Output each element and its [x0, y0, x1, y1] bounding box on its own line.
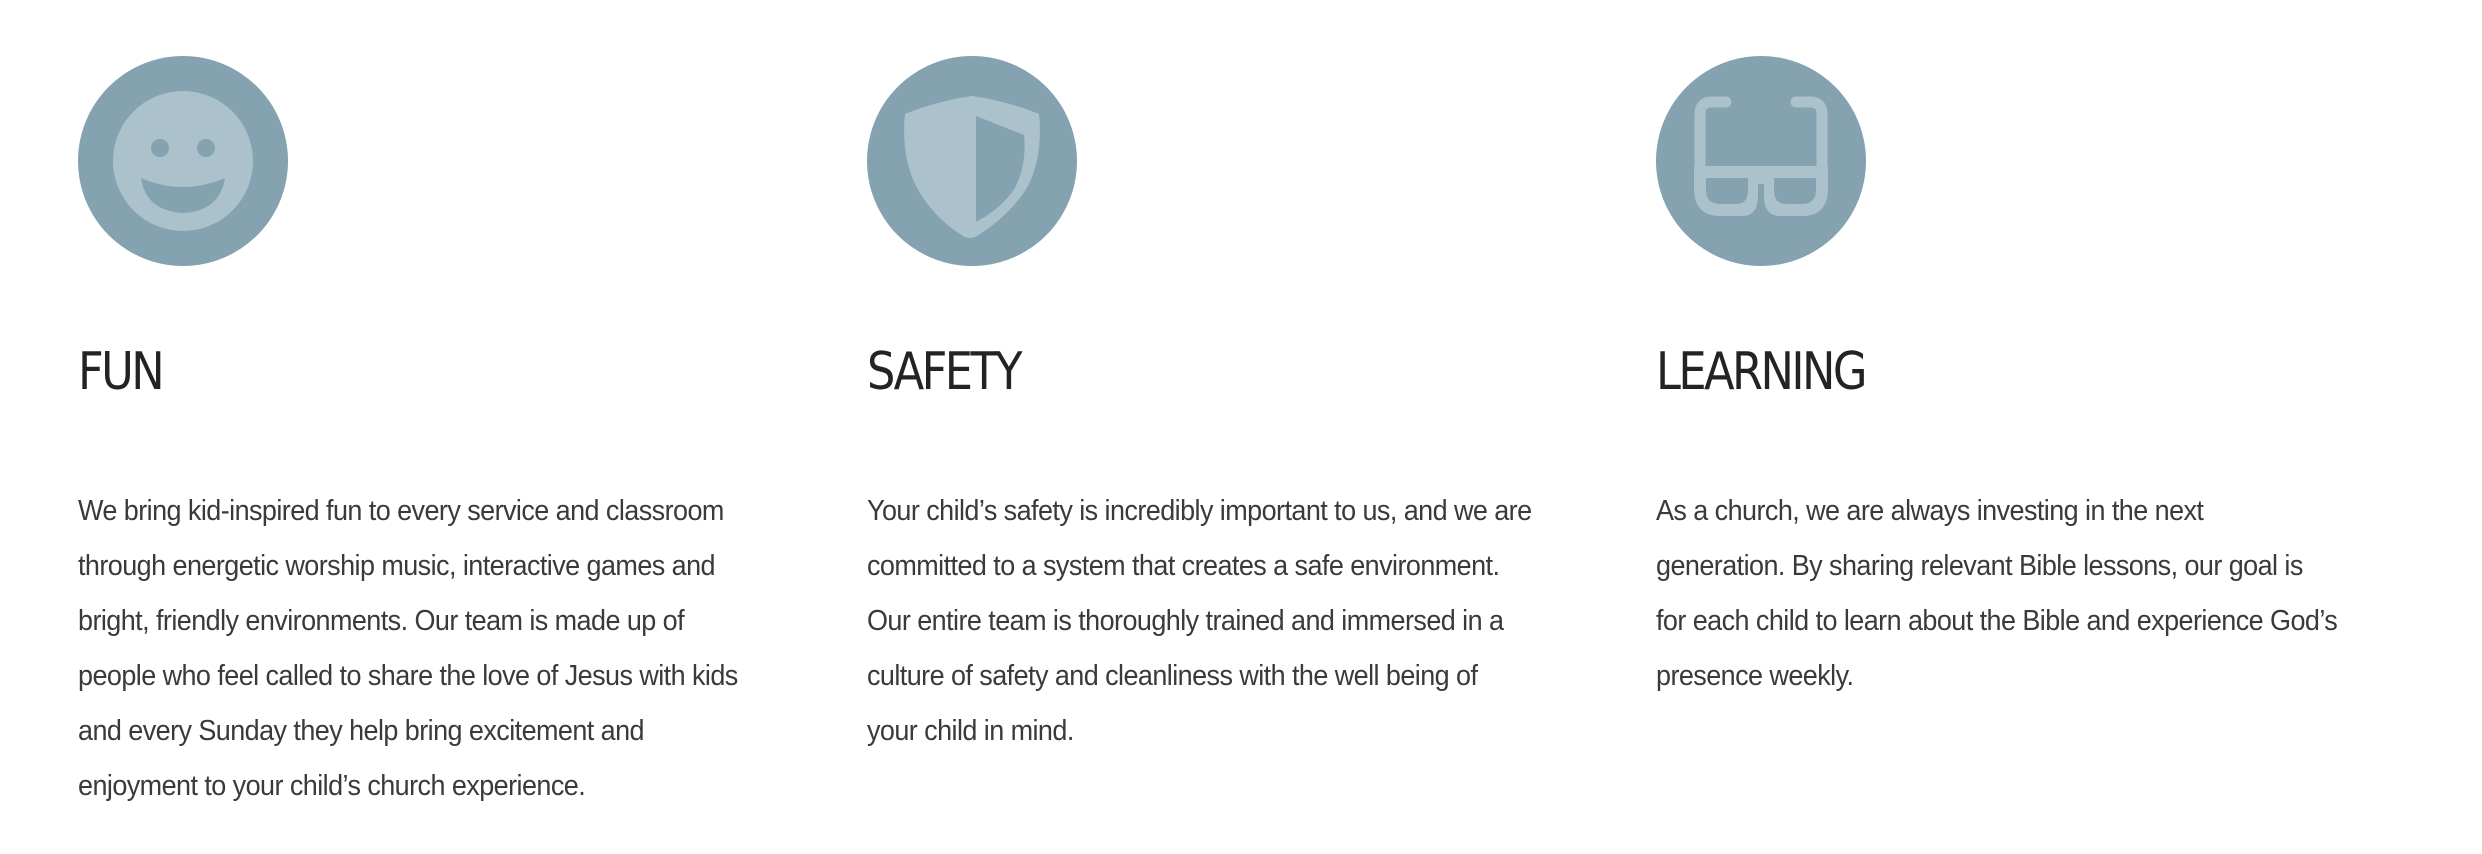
description-line: committed to a system that creates a saf… [867, 550, 1500, 582]
description-line: bright, friendly environments. Our team … [78, 605, 685, 637]
description-line: through energetic worship music, interac… [78, 550, 716, 582]
description-line: people who feel called to share the love… [78, 660, 738, 692]
feature-description: As a church, we are always investing in … [1656, 484, 2396, 704]
glasses-icon [1694, 96, 1828, 216]
description-line: enjoyment to your child’s church experie… [78, 770, 586, 802]
feature-icon-circle [78, 56, 288, 266]
description-line: for each child to learn about the Bible … [1656, 605, 2338, 637]
shield-icon [904, 96, 1040, 238]
description-line: Our entire team is thoroughly trained an… [867, 605, 1504, 637]
feature-description: Your child’s safety is incredibly import… [867, 484, 1607, 759]
feature-icon-circle [1656, 56, 1866, 266]
description-line: As a church, we are always investing in … [1656, 495, 2204, 527]
feature-fun: FUN We bring kid-inspired fun to every s… [78, 56, 818, 802]
smiley-face-icon [113, 91, 253, 231]
description-line: culture of safety and cleanliness with t… [867, 660, 1478, 692]
features-section: FUN We bring kid-inspired fun to every s… [0, 0, 2482, 854]
feature-learning: LEARNING As a church, we are always inve… [1656, 56, 2396, 692]
feature-title: SAFETY [867, 342, 1023, 402]
description-line: Your child’s safety is incredibly import… [867, 495, 1532, 527]
description-line: generation. By sharing relevant Bible le… [1656, 550, 2303, 582]
description-line: your child in mind. [867, 715, 1074, 747]
description-line: presence weekly. [1656, 660, 1854, 692]
description-line: and every Sunday they help bring excitem… [78, 715, 645, 747]
feature-title: LEARNING [1656, 342, 1868, 402]
description-line: We bring kid-inspired fun to every servi… [78, 495, 724, 527]
feature-icon-circle [867, 56, 1077, 266]
feature-safety: SAFETY Your child’s safety is incredibly… [867, 56, 1607, 747]
feature-title: FUN [78, 342, 165, 402]
feature-description: We bring kid-inspired fun to every servi… [78, 484, 818, 814]
